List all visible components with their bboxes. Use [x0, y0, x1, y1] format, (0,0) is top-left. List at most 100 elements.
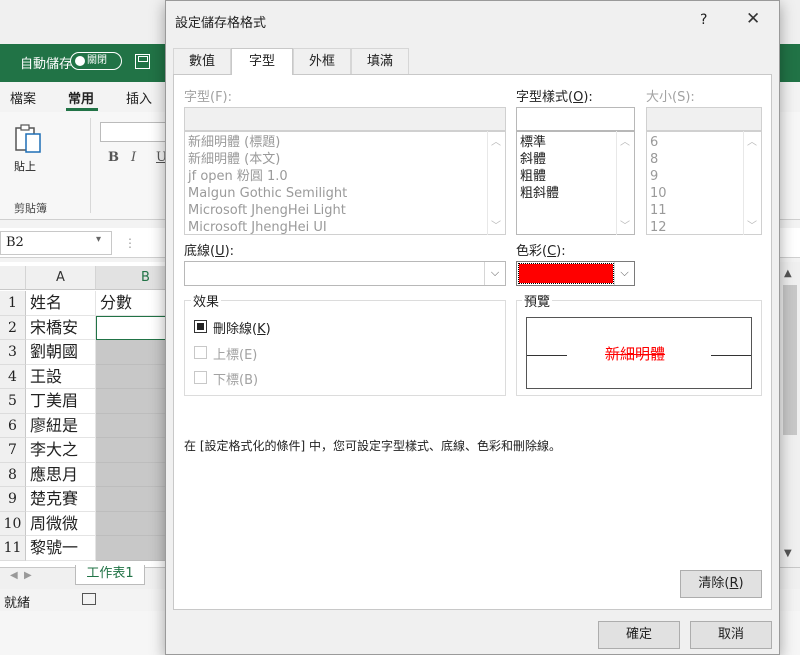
scroll-up-icon[interactable]: ︿ [747, 133, 757, 148]
formula-separator-icon: ⋮ [124, 236, 136, 250]
font-style-label: 字型樣式(O): [516, 90, 593, 105]
row-header[interactable]: 11 [0, 536, 26, 561]
list-item[interactable]: 新細明體 (本文) [188, 151, 280, 168]
underline-select[interactable] [184, 261, 506, 286]
scroll-down-icon[interactable]: ﹀ [491, 217, 501, 232]
info-text: 在 [設定格式化的條件] 中，您可設定字型樣式、底線、色彩和刪除線。 [184, 439, 561, 453]
row-header[interactable]: 1 [0, 291, 26, 316]
row-header[interactable]: 6 [0, 413, 26, 438]
scroll-up-icon[interactable]: ︿ [491, 133, 501, 148]
row-header[interactable]: 4 [0, 364, 26, 389]
font-input[interactable] [184, 107, 506, 131]
font-list-scrollbar[interactable]: ︿ ﹀ [487, 131, 505, 235]
row-header[interactable]: 2 [0, 315, 26, 340]
accessibility-icon[interactable] [82, 593, 96, 605]
list-item[interactable]: Microsoft JhengHei Light [188, 202, 346, 219]
row-header[interactable]: 3 [0, 340, 26, 365]
save-icon[interactable] [135, 54, 150, 69]
paste-label: 貼上 [14, 160, 36, 173]
list-item[interactable]: 粗體 [520, 168, 546, 185]
cell-a[interactable]: 黎號一 [26, 536, 96, 561]
ribbon-tab-home[interactable]: 常用 [68, 88, 94, 107]
list-item[interactable]: 標準 [520, 134, 546, 151]
cell-a[interactable]: 姓名 [26, 291, 96, 316]
row-header[interactable]: 10 [0, 511, 26, 536]
list-item[interactable]: 6 [650, 134, 658, 151]
cell-a[interactable]: 應思月 [26, 462, 96, 487]
select-all-corner[interactable] [0, 266, 26, 290]
clear-button[interactable]: 清除(R) [680, 570, 762, 598]
help-button[interactable]: ? [700, 12, 707, 28]
color-swatch[interactable] [518, 263, 614, 284]
sheet-tab[interactable]: 工作表1 [75, 565, 145, 585]
cell-a[interactable]: 楚克賽 [26, 487, 96, 512]
ribbon-tab-file[interactable]: 檔案 [10, 88, 36, 107]
scroll-up-icon[interactable]: ▲ [784, 268, 792, 279]
scroll-down-icon[interactable]: ▼ [784, 548, 792, 559]
scroll-down-icon[interactable]: ﹀ [747, 217, 757, 232]
tab-number[interactable]: 數值 [173, 48, 231, 74]
list-item[interactable]: Microsoft JhengHei UI [188, 219, 327, 234]
list-item[interactable]: 12 [650, 219, 667, 234]
preview-baseline-right [711, 355, 751, 356]
strikethrough-label[interactable]: 刪除線(K) [213, 318, 271, 337]
scrollbar-thumb[interactable] [783, 285, 797, 435]
cancel-button[interactable]: 取消 [690, 621, 772, 649]
close-icon[interactable]: ✕ [746, 9, 760, 29]
ok-button[interactable]: 確定 [598, 621, 680, 649]
chevron-down-icon[interactable]: ⌵ [484, 262, 505, 285]
row-header[interactable]: 5 [0, 389, 26, 414]
italic-button[interactable]: I [131, 150, 136, 165]
row-header[interactable]: 8 [0, 462, 26, 487]
row-header[interactable]: 9 [0, 487, 26, 512]
font-name-box[interactable] [100, 122, 170, 142]
cell-a[interactable]: 宋橋安 [26, 315, 96, 340]
chevron-down-icon[interactable]: ⌵ [614, 262, 634, 285]
list-item[interactable]: jf open 粉圓 1.0 [188, 168, 288, 185]
cell-a[interactable]: 劉朝國 [26, 340, 96, 365]
list-item[interactable]: 11 [650, 202, 667, 219]
cell-a[interactable]: 丁美眉 [26, 389, 96, 414]
ribbon-divider [90, 118, 91, 213]
sheet-nav-arrows-icon[interactable]: ◀ ▶ [10, 570, 32, 581]
tab-border[interactable]: 外框 [293, 48, 351, 74]
preview-text: 新細明體 [605, 345, 666, 363]
style-list-scrollbar[interactable]: ︿ ﹀ [616, 131, 634, 235]
size-list-scrollbar[interactable]: ︿ ﹀ [743, 131, 761, 235]
cell-a[interactable]: 廖紐是 [26, 413, 96, 438]
list-item[interactable]: 新細明體 (標題) [188, 134, 280, 151]
cell-a[interactable]: 李大之 [26, 438, 96, 463]
subscript-checkbox[interactable] [194, 371, 207, 384]
size-input[interactable] [646, 107, 762, 131]
superscript-checkbox[interactable] [194, 346, 207, 359]
effects-title: 效果 [191, 291, 222, 310]
cell-a[interactable]: 周微微 [26, 511, 96, 536]
column-header-a[interactable]: A [26, 266, 96, 290]
strikethrough-checkbox[interactable] [194, 320, 207, 333]
list-item[interactable]: 8 [650, 151, 658, 168]
tab-fill[interactable]: 填滿 [351, 48, 409, 74]
list-item[interactable]: 10 [650, 185, 667, 202]
row-header[interactable]: 7 [0, 438, 26, 463]
font-list[interactable]: 新細明體 (標題) 新細明體 (本文) jf open 粉圓 1.0 Malgun G… [184, 131, 506, 235]
autosave-toggle[interactable]: 關閉 [70, 52, 122, 70]
subscript-label: 下標(B) [213, 373, 259, 388]
font-label: 字型(F): [184, 90, 233, 105]
size-label: 大小(S): [646, 90, 695, 105]
ribbon-tab-insert[interactable]: 插入 [126, 88, 152, 107]
list-item[interactable]: 斜體 [520, 151, 546, 168]
tab-font[interactable]: 字型 [231, 48, 293, 75]
paste-icon[interactable] [12, 122, 44, 162]
list-item[interactable]: 粗斜體 [520, 185, 559, 202]
scroll-down-icon[interactable]: ﹀ [620, 217, 630, 232]
bold-button[interactable]: B [108, 150, 119, 165]
autosave-state: 關閉 [87, 55, 107, 66]
font-style-input[interactable] [516, 107, 635, 131]
chevron-down-icon[interactable]: ▾ [96, 234, 101, 245]
cell-a[interactable]: 王設 [26, 364, 96, 389]
preview-baseline-left [527, 355, 567, 356]
dialog-title: 設定儲存格格式 [175, 16, 267, 31]
list-item[interactable]: 9 [650, 168, 658, 185]
list-item[interactable]: Malgun Gothic Semilight [188, 185, 347, 202]
scroll-up-icon[interactable]: ︿ [620, 133, 630, 148]
